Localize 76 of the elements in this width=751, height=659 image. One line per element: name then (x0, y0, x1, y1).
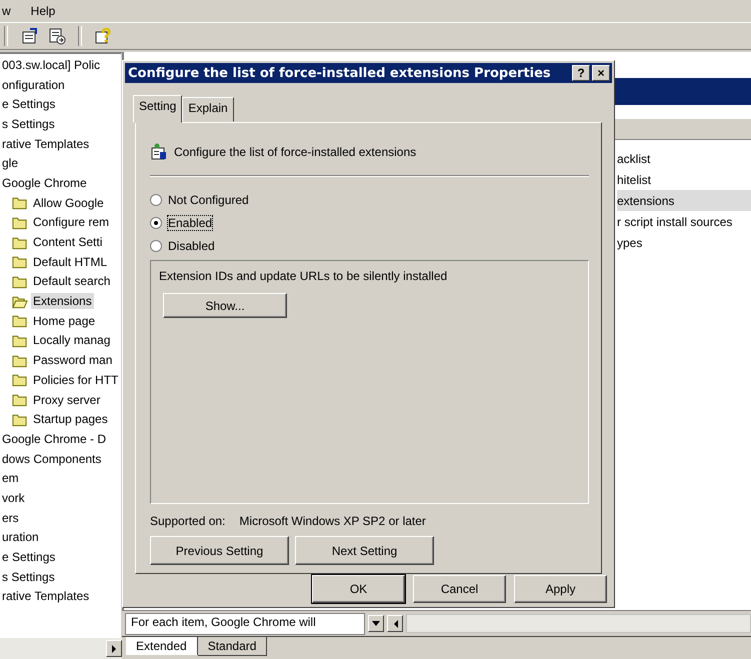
radio-label[interactable]: Not Configured (168, 193, 249, 207)
nav-button[interactable]: Next Setting (295, 536, 434, 565)
tree-item[interactable]: Startup pages (31, 411, 110, 428)
show-button[interactable]: Show... (163, 293, 287, 318)
policy-title: Configure the list of force-installed extensions (174, 145, 416, 159)
tree-item[interactable]: e Settings (0, 96, 58, 112)
tree-item[interactable]: Default HTML (31, 254, 110, 270)
view-tab[interactable]: Extended (126, 637, 198, 655)
tree-item[interactable]: Proxy server (31, 392, 102, 408)
list-item[interactable]: ypes (617, 232, 751, 253)
radio-label[interactable]: Disabled (168, 239, 215, 253)
dialog-tab[interactable]: Explain (182, 97, 234, 122)
folder-icon (12, 254, 28, 270)
tree-item[interactable]: rative Templates (0, 588, 92, 604)
tree-item[interactable]: onfiguration (0, 76, 67, 93)
tree-item[interactable]: Content Setti (31, 234, 104, 250)
radio-button[interactable] (150, 217, 162, 229)
tree-item[interactable]: s Settings (0, 568, 57, 585)
list-item[interactable]: hitelist (617, 169, 751, 190)
help-button[interactable]: ? (572, 65, 590, 81)
close-button[interactable]: × (592, 65, 610, 81)
scroll-left-button[interactable] (387, 615, 403, 632)
nav-button[interactable]: Previous Setting (150, 536, 289, 565)
group-label: Extension IDs and update URLs to be silently installed (159, 269, 448, 283)
radio-label[interactable]: Enabled (168, 216, 212, 230)
radio-button[interactable] (150, 194, 162, 206)
folder-icon (12, 313, 28, 328)
tree-item[interactable]: 003.sw.local] Polic (0, 56, 102, 73)
dialog-button[interactable]: OK (312, 575, 405, 603)
list-item[interactable]: r script install sources (617, 211, 751, 232)
tree-item[interactable]: Google Chrome - D (0, 430, 108, 447)
tree-item[interactable]: Configure rem (31, 214, 112, 230)
tree-item[interactable]: Home page (31, 312, 98, 329)
scroll-right-button[interactable] (106, 640, 122, 657)
supported-value: Microsoft Windows XP SP2 or later (239, 514, 426, 528)
list-item[interactable]: extensions (617, 190, 751, 211)
dialog-button[interactable]: Apply (514, 575, 607, 603)
tree-item[interactable]: dows Components (0, 450, 104, 467)
export-list-icon (48, 28, 66, 44)
view-tab[interactable]: Standard (198, 637, 268, 656)
tree-item[interactable]: Locally manag (31, 332, 112, 348)
dialog-tab[interactable]: Setting (133, 95, 182, 123)
folder-icon (12, 392, 28, 408)
menu-item[interactable]: Help (30, 4, 56, 18)
tree-item[interactable]: uration (0, 529, 41, 546)
right-arrow-icon (111, 644, 117, 652)
dialog-title: Configure the list of force-installed extensions Properties (128, 66, 552, 80)
policy-icon (150, 143, 168, 161)
supported-label: Supported on: (150, 514, 226, 528)
tree-item[interactable]: Extensions (31, 293, 94, 310)
folder-icon (12, 195, 28, 210)
tree-item[interactable]: gle (0, 155, 20, 172)
left-arrow-icon (392, 620, 398, 628)
properties-icon (20, 28, 38, 44)
down-arrow-icon (372, 621, 380, 626)
folder-icon (12, 372, 28, 388)
tree-item[interactable]: Default search (31, 273, 112, 290)
tree-item[interactable]: Password man (31, 352, 114, 368)
horizontal-scrollbar[interactable] (0, 638, 122, 659)
dropdown-button[interactable] (368, 615, 384, 632)
tree-item[interactable]: vork (0, 490, 27, 506)
radio-button[interactable] (150, 240, 162, 252)
tree-item[interactable]: s Settings (0, 116, 57, 132)
tree-item[interactable]: ers (0, 510, 21, 526)
tree-item[interactable]: Allow Google (31, 194, 106, 211)
help-icon (94, 28, 112, 44)
tree-item[interactable]: rative Templates (0, 136, 92, 152)
scrollbar-track[interactable] (406, 614, 751, 633)
tree-item[interactable]: em (0, 470, 21, 486)
list-item[interactable]: acklist (617, 148, 751, 169)
description-field[interactable]: For each item, Google Chrome will (125, 612, 365, 634)
tree-item[interactable]: e Settings (0, 549, 58, 566)
dialog-button[interactable]: Cancel (413, 575, 506, 603)
tree-item[interactable]: Google Chrome (0, 174, 89, 191)
tree-item[interactable]: Policies for HTT (31, 372, 120, 388)
menu-item[interactable]: w (2, 4, 11, 18)
